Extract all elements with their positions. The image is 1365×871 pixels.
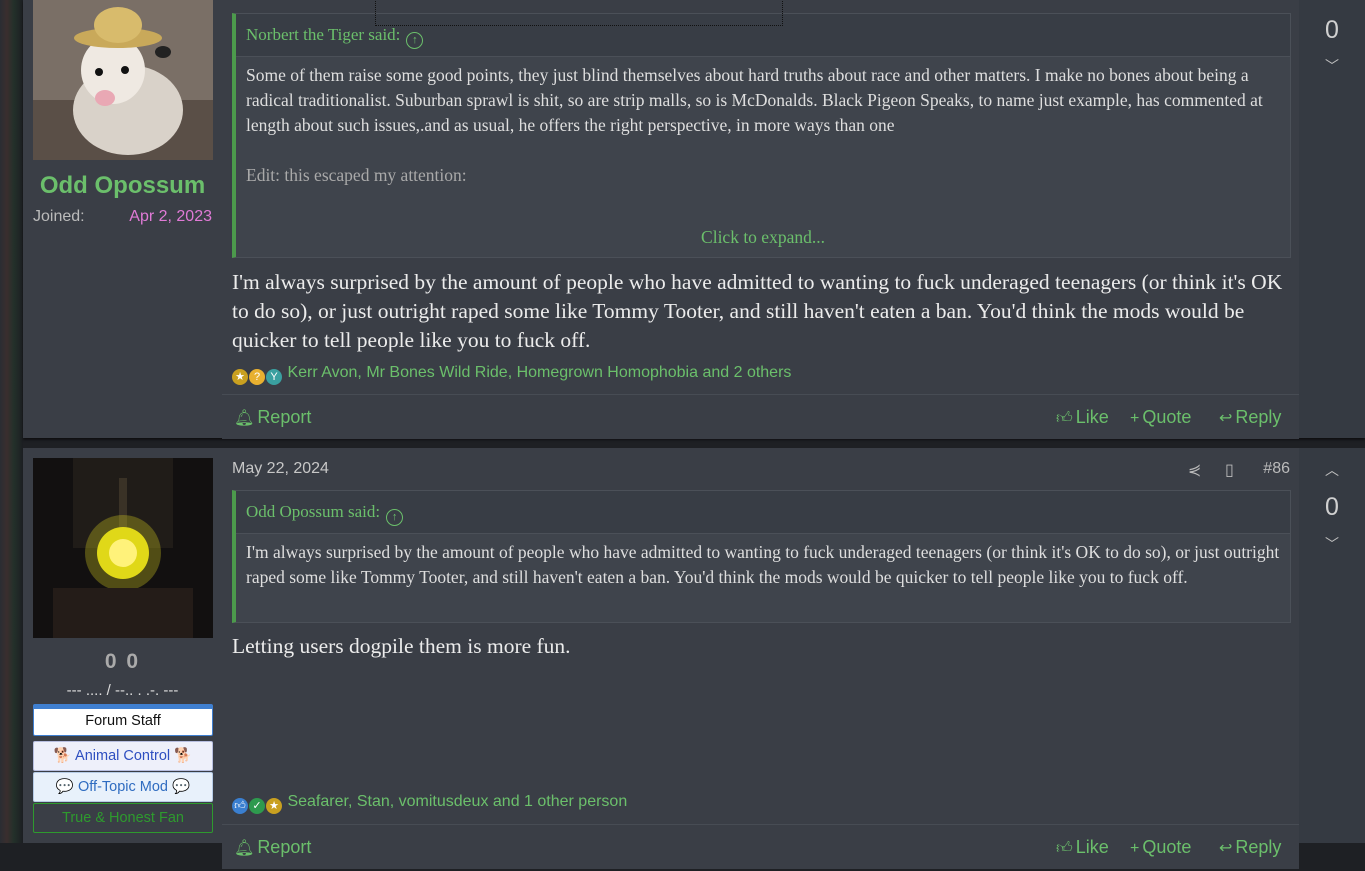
banner-forum-staff: Forum Staff	[33, 704, 213, 736]
reply-button[interactable]: ↩ Reply	[1219, 395, 1281, 441]
click-to-expand-link[interactable]: Click to expand...	[236, 227, 1290, 248]
share-icon[interactable]: ⋞	[1188, 460, 1201, 480]
reply-arrow-icon: ↩	[1219, 410, 1233, 427]
post-footer: 🔔︎ Report 👍︎ Like + Quote ↩ Reply	[222, 824, 1299, 869]
left-edge-background	[0, 0, 23, 843]
blockquote: Norbert the Tiger said: ↑ Some of them ra…	[232, 13, 1291, 258]
jump-to-quote-icon[interactable]: ↑	[386, 509, 404, 526]
post-body: Letting users dogpile them is more fun.	[232, 634, 571, 658]
thumbs-up-icon: 👍︎	[1056, 410, 1073, 427]
vote-score: 0	[1325, 493, 1339, 521]
user-info-column: Odd Opossum Joined: Apr 2, 2023	[23, 0, 222, 438]
reactions-bar[interactable]: ★? Y Kerr Avon, Mr Bones Wild Ride, Homeg…	[232, 364, 791, 385]
banner-true-honest-fan: True & Honest Fan	[33, 803, 213, 833]
upvote-chevron-icon[interactable]: ︿	[1299, 460, 1365, 480]
joined-date: Apr 2, 2023	[129, 208, 212, 225]
quote-edit-text: Edit: this escaped my attention:	[246, 165, 467, 185]
downvote-chevron-icon[interactable]: ﹀	[1299, 56, 1365, 76]
focus-outline	[375, 0, 783, 26]
cocktail-reaction-icon: Y	[266, 369, 282, 385]
downvote-chevron-icon[interactable]: ﹀	[1299, 534, 1365, 554]
report-button[interactable]: 🔔︎ Report	[234, 825, 311, 871]
post-main-column: May 22, 2024 ⋞ ▯ #86 Odd Opossum said: ↑ …	[222, 448, 1299, 869]
post-date[interactable]: May 22, 2024	[232, 460, 329, 478]
quote-button[interactable]: + Quote	[1130, 825, 1191, 871]
user-stat: 0 0	[104, 650, 141, 673]
vote-column: ︿ 0 ﹀	[1299, 448, 1365, 843]
vote-score: 0	[1325, 16, 1339, 44]
username[interactable]: Odd Opossum	[23, 172, 222, 200]
quote-header[interactable]: Odd Opossum said: ↑	[236, 491, 1290, 534]
avatar[interactable]	[33, 0, 213, 160]
post-number[interactable]: #86	[1263, 460, 1290, 478]
quote-text: I'm always surprised by the amount of pe…	[246, 542, 1280, 587]
jump-to-quote-icon[interactable]: ↑	[406, 32, 424, 49]
vote-column: 0 ﹀	[1299, 0, 1365, 438]
quote-author[interactable]: Norbert the Tiger said:	[246, 25, 400, 44]
medal-reaction-icon: ★	[232, 369, 248, 385]
quote-body: Some of them raise some good points, the…	[236, 57, 1290, 188]
reactions-users[interactable]: Seafarer, Stan, vomitusdeux and 1 other …	[287, 793, 627, 810]
thinking-reaction-icon: ?	[249, 369, 265, 385]
bell-icon: 🔔︎	[234, 410, 255, 427]
blockquote: Odd Opossum said: ↑ I'm always surprised …	[232, 490, 1291, 623]
reactions-users[interactable]: Kerr Avon, Mr Bones Wild Ride, Homegrown…	[287, 364, 791, 381]
quote-author[interactable]: Odd Opossum said:	[246, 502, 380, 521]
post-86: 0 0 --- .... / --.. . .-. --- Forum Staf…	[23, 448, 1365, 869]
check-reaction-icon: ✓	[249, 798, 265, 814]
plus-icon: +	[1130, 410, 1140, 427]
post-main-column: Norbert the Tiger said: ↑ Some of them ra…	[222, 0, 1299, 439]
post-footer: 🔔︎ Report 👍︎ Like + Quote ↩ Reply	[222, 394, 1299, 439]
user-info-column: 0 0 --- .... / --.. . .-. --- Forum Staf…	[23, 448, 222, 843]
bookmark-icon[interactable]: ▯	[1225, 460, 1234, 480]
quote-text: Some of them raise some good points, the…	[246, 65, 1263, 135]
avatar[interactable]	[33, 458, 213, 638]
joined-label: Joined:	[33, 208, 85, 225]
user-title: --- .... / --.. . .-. ---	[66, 682, 179, 699]
report-button[interactable]: 🔔︎ Report	[234, 395, 311, 441]
like-button[interactable]: 👍︎ Like	[1056, 395, 1109, 441]
thumbs-up-reaction-icon: 👍︎	[232, 798, 248, 814]
reactions-bar[interactable]: 👍︎ ✓ ★ Seafarer, Stan, vomitusdeux and 1 o…	[232, 793, 627, 814]
post-body: I'm always surprised by the amount of pe…	[232, 270, 1283, 352]
quote-button[interactable]: + Quote	[1130, 395, 1191, 441]
quote-body: I'm always surprised by the amount of pe…	[236, 534, 1290, 590]
post-odd-opossum: Odd Opossum Joined: Apr 2, 2023 Norbert …	[23, 0, 1365, 439]
medal-reaction-icon: ★	[266, 798, 282, 814]
reply-button[interactable]: ↩ Reply	[1219, 825, 1281, 871]
banner-off-topic-mod: 💬 Off-Topic Mod 💬	[33, 772, 213, 802]
banner-animal-control: 🐕 Animal Control 🐕	[33, 741, 213, 771]
like-button[interactable]: 👍︎ Like	[1056, 825, 1109, 871]
